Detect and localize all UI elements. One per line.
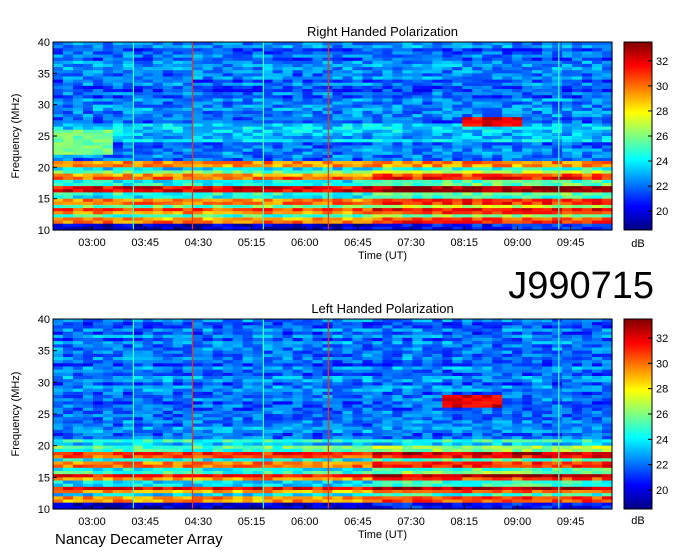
x-tick-label: 06:45 (344, 237, 372, 249)
y-tick-label: 10 (38, 225, 50, 237)
spectrogram-panel-rh: Right Handed Polarization 10 15 20 25 30 35 40 F… (10, 24, 668, 262)
y-tick-label: 20 (38, 162, 50, 174)
y-tick-label: 15 (38, 194, 50, 206)
heatmap (53, 42, 613, 231)
y-tick-label: 30 (38, 100, 50, 112)
panel-title: Right Handed Polarization (307, 24, 458, 39)
heatmap (53, 319, 613, 510)
colorbar-tick-label: 24 (656, 156, 668, 168)
colorbar-tick-label: 30 (656, 81, 668, 93)
colorbar-gradient (623, 41, 653, 231)
colorbar-tick-label: 32 (656, 56, 668, 68)
y-axis-label: Frequency (MHz) (10, 94, 22, 179)
spectrogram-figure: Right Handed Polarization 10 15 20 25 30 35 40 F… (10, 24, 668, 548)
spectrogram-panel-lh: Left Handed Polarization10152025303540Fr… (10, 301, 668, 541)
colorbar-tick-label: 20 (656, 206, 668, 218)
colorbar: 20 22 24 26 28 30 32 dB (623, 41, 668, 250)
x-tick-label: 05:15 (238, 237, 266, 249)
colorbar-tick-label: 22 (656, 181, 668, 193)
x-tick-label: 09:45 (557, 237, 585, 249)
x-tick-label: 04:30 (185, 237, 213, 249)
y-tick-label: 35 (38, 68, 50, 80)
x-tick-label: 08:15 (451, 237, 479, 249)
y-tick-label: 40 (38, 37, 50, 49)
colorbar-unit-label: dB (631, 238, 644, 250)
x-tick-label: 03:45 (131, 237, 159, 249)
x-tick-label: 03:00 (78, 237, 106, 249)
y-tick-label: 25 (38, 131, 50, 143)
x-axis-label: Time (UT) (358, 250, 407, 262)
x-tick-label: 09:00 (504, 237, 532, 249)
colorbar-tick-label: 26 (656, 131, 668, 143)
colorbar-tick-label: 28 (656, 106, 668, 118)
x-tick-label: 07:30 (397, 237, 425, 249)
x-tick-label: 06:00 (291, 237, 319, 249)
